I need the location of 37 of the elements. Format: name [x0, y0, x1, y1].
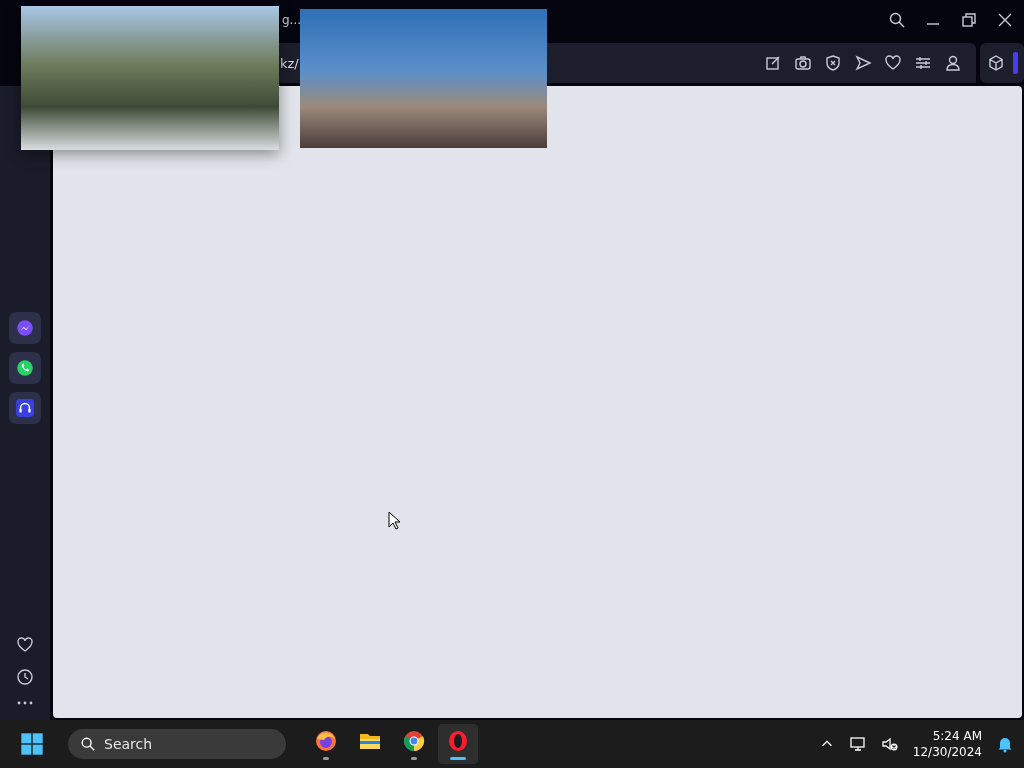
- url-text: kz/: [280, 55, 299, 71]
- tab-title[interactable]: g...: [282, 13, 302, 27]
- accent-indicator: [1012, 52, 1018, 74]
- messenger-icon: [15, 318, 35, 338]
- messenger-button[interactable]: [9, 312, 41, 344]
- whatsapp-button[interactable]: [9, 352, 41, 384]
- opera-icon: [446, 728, 470, 753]
- clock-time[interactable]: 5:24 AM: [932, 728, 982, 744]
- cube-icon[interactable]: [986, 54, 1005, 72]
- send-icon[interactable]: [854, 54, 872, 72]
- restore-icon[interactable]: [960, 11, 978, 29]
- windows-icon[interactable]: [20, 732, 44, 756]
- clock-icon[interactable]: [16, 668, 34, 686]
- taskbar-app[interactable]: [438, 724, 478, 764]
- clock-date[interactable]: 12/30/2024: [912, 744, 982, 760]
- headphones-icon: [15, 398, 35, 418]
- chrome-icon: [402, 728, 426, 753]
- search-icon[interactable]: [888, 11, 906, 29]
- tab-preview-tooltip[interactable]: [21, 6, 279, 150]
- search-field[interactable]: Search: [68, 729, 286, 759]
- heart-icon[interactable]: [16, 636, 34, 654]
- more-icon[interactable]: [16, 700, 34, 706]
- firefox-icon: [314, 728, 338, 753]
- heart-icon[interactable]: [884, 54, 902, 72]
- volume-muted-icon[interactable]: [880, 735, 899, 753]
- whatsapp-icon: [15, 358, 35, 378]
- network-icon[interactable]: [848, 735, 867, 753]
- user-icon[interactable]: [944, 54, 962, 72]
- tab-preview-tooltip[interactable]: [300, 9, 547, 148]
- edit-icon[interactable]: [764, 54, 782, 72]
- bell-icon[interactable]: [996, 735, 1014, 753]
- camera-icon[interactable]: [794, 54, 812, 72]
- sliders-icon[interactable]: [914, 54, 932, 72]
- shield-icon[interactable]: [824, 54, 842, 72]
- close-icon[interactable]: [996, 11, 1014, 29]
- music-button[interactable]: [9, 392, 41, 424]
- pointer-icon: [388, 511, 400, 530]
